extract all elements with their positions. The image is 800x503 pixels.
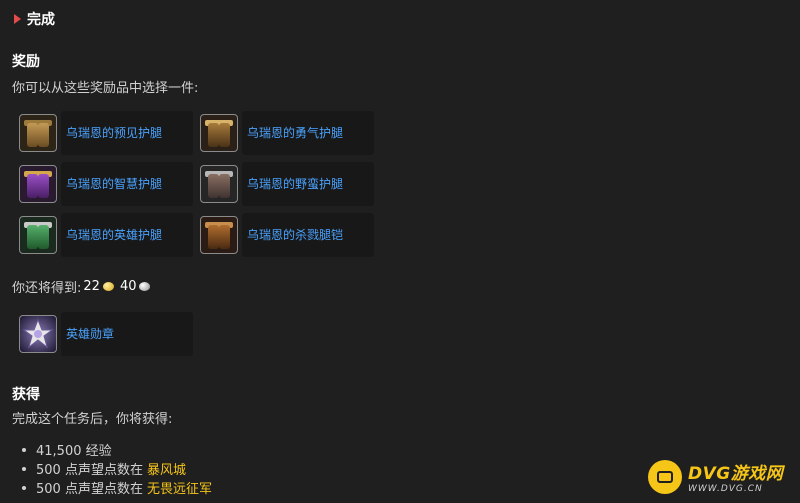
also-receive-label: 你还将得到: — [12, 281, 82, 296]
legguards-green-icon — [19, 215, 57, 254]
gain-text: 500 点声望点数在 — [36, 482, 143, 497]
reward-choices: 乌瑞恩的预见护腿 乌瑞恩的勇气护腿 乌瑞恩的智慧护腿 乌瑞恩的野蛮护腿 乌瑞恩的… — [17, 110, 374, 257]
legplates-bronze-icon — [200, 215, 238, 254]
reward-item[interactable]: 乌瑞恩的勇气护腿 — [198, 110, 374, 155]
reward-item-name[interactable]: 乌瑞恩的野蛮护腿 — [247, 175, 343, 192]
gamepad-logo-icon — [648, 459, 682, 494]
reward-item[interactable]: 乌瑞恩的预见护腿 — [17, 110, 193, 155]
gain-text: 500 点声望点数在 — [36, 463, 143, 478]
legguards-gray-icon — [200, 164, 238, 203]
faction-link[interactable]: 无畏远征军 — [147, 478, 212, 497]
legguards-bronze-icon — [200, 113, 238, 152]
list-item: 41,500 经验 — [16, 440, 212, 459]
reward-item-name[interactable]: 英雄勋章 — [66, 325, 114, 342]
rewards-choose-text: 你可以从这些奖励品中选择一件: — [12, 81, 199, 96]
rewards-heading: 奖励 — [12, 54, 40, 70]
reward-item[interactable]: 乌瑞恩的杀戮腿铠 — [198, 212, 374, 257]
watermark-url: WWW.DVG.CN — [688, 484, 763, 494]
silver-coin-icon — [139, 282, 151, 291]
reward-item[interactable]: 乌瑞恩的智慧护腿 — [17, 161, 193, 206]
legguards-purple-icon — [19, 164, 57, 203]
gains-heading: 获得 — [12, 387, 40, 403]
hero-medal-item[interactable]: 英雄勋章 — [17, 311, 193, 356]
expand-triangle-icon — [14, 14, 21, 24]
list-item: 500 点声望点数在 无畏远征军 — [16, 478, 212, 497]
also-receive: 你还将得到: 22 40 — [12, 277, 154, 296]
complete-label: 完成 — [27, 12, 55, 28]
list-item: 500 点声望点数在 暴风城 — [16, 459, 212, 478]
watermark-title: DVG游戏网 — [688, 464, 784, 484]
reward-item-name[interactable]: 乌瑞恩的预见护腿 — [66, 124, 162, 141]
reward-item-name[interactable]: 乌瑞恩的勇气护腿 — [247, 124, 343, 141]
gains-desc: 完成这个任务后，你将获得: — [12, 412, 173, 427]
reward-item-name[interactable]: 乌瑞恩的智慧护腿 — [66, 175, 162, 192]
gold-amount: 22 — [83, 279, 100, 294]
complete-toggle[interactable]: 完成 — [14, 9, 55, 29]
gold-coin-icon — [102, 282, 114, 291]
silver-amount: 40 — [119, 279, 137, 294]
reward-item-name[interactable]: 乌瑞恩的杀戮腿铠 — [247, 226, 343, 243]
faction-link[interactable]: 暴风城 — [147, 459, 186, 478]
legguards-gold-icon — [19, 113, 57, 152]
reward-item[interactable]: 乌瑞恩的野蛮护腿 — [198, 161, 374, 206]
gains-list: 41,500 经验 500 点声望点数在 暴风城 500 点声望点数在 无畏远征… — [16, 440, 212, 497]
reward-item[interactable]: 乌瑞恩的英雄护腿 — [17, 212, 193, 257]
reward-item-name[interactable]: 乌瑞恩的英雄护腿 — [66, 226, 162, 243]
gain-text: 41,500 经验 — [36, 444, 112, 459]
site-watermark: DVG游戏网 WWW.DVG.CN — [648, 459, 783, 494]
hero-medal-icon — [19, 314, 57, 353]
